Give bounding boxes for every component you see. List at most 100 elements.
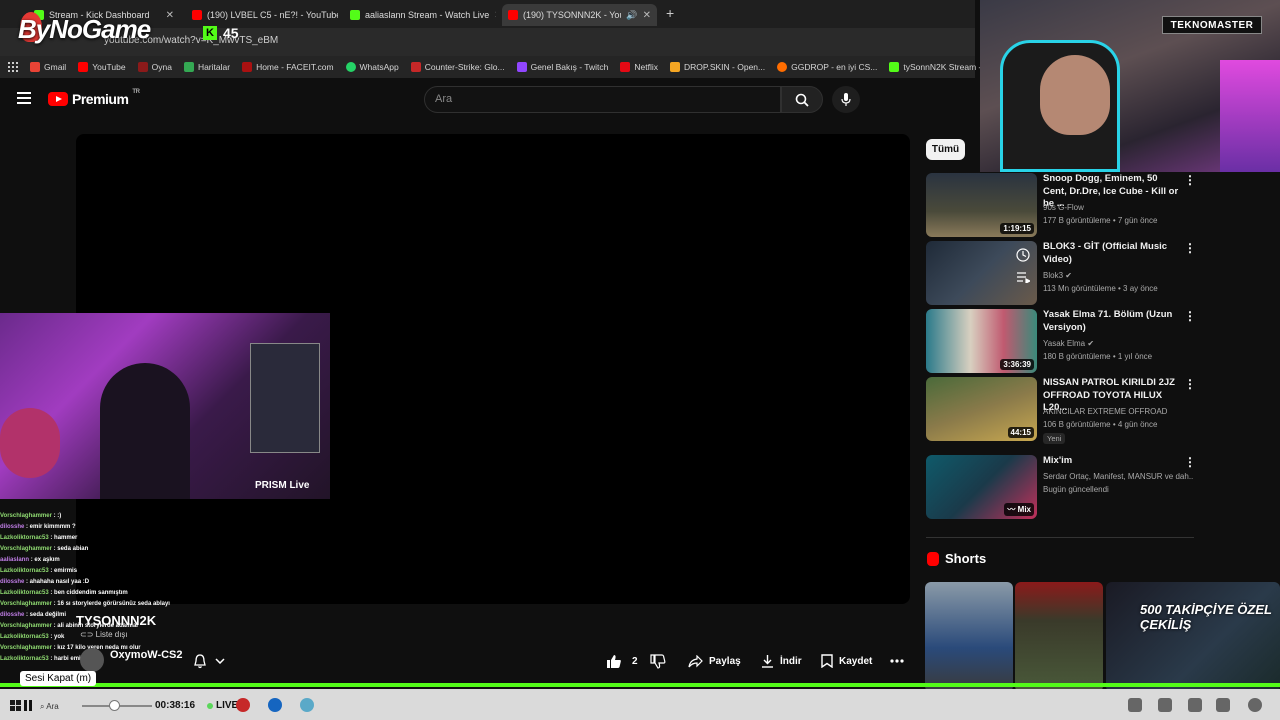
save-button[interactable]: Kaydet <box>821 649 872 673</box>
playback-time: 00:38:16 <box>155 700 196 711</box>
windows-start-icon[interactable] <box>10 700 21 711</box>
chat-line: dilosshe : emir kimmmm ? <box>0 524 76 530</box>
browser-tab-lvbel[interactable]: (190) LVBEL C5 - nE?! - YouTube ✕ <box>186 4 338 26</box>
video-channel-name[interactable]: TYSONNN2K <box>76 613 156 628</box>
close-icon[interactable]: ✕ <box>166 10 174 21</box>
hamburger-menu-icon[interactable] <box>17 92 31 104</box>
bookmark-faceit[interactable]: Home - FACEIT.com <box>236 62 339 72</box>
recommendation-item[interactable]: 44:15 NISSAN PATROL KIRILDI 2JZ OFFROAD … <box>926 377 1196 444</box>
bookmark-tysonnn2k[interactable]: tySonnN2K Stream - <box>883 62 987 72</box>
dislike-button[interactable] <box>650 649 666 673</box>
uploader-name[interactable]: OxymoW-CS2 <box>110 649 183 661</box>
taskbar-search[interactable]: ⌕ Ara <box>40 702 59 712</box>
opera-icon[interactable] <box>236 698 250 712</box>
channel-name[interactable]: 90s G-Flow <box>1043 202 1193 215</box>
volume-slider-handle[interactable] <box>108 700 120 711</box>
video-thumbnail[interactable]: 3:36:39 <box>926 309 1037 373</box>
close-icon[interactable]: ✕ <box>643 10 651 21</box>
bookmarks-bar: Gmail YouTube Oyna Haritalar Home - FACE… <box>0 56 1018 78</box>
teknomaster-logo: TEKNOMASTER <box>1162 16 1262 34</box>
bookmark-netflix[interactable]: Netflix <box>614 62 664 72</box>
video-thumbnail[interactable]: 〰 Mix <box>926 455 1037 519</box>
recommendation-item[interactable]: 1:19:15 Snoop Dogg, Eminem, 50 Cent, Dr.… <box>926 173 1196 237</box>
faceit-icon <box>242 62 253 72</box>
pc-case <box>250 343 320 453</box>
bookmark-youtube[interactable]: YouTube <box>72 62 131 72</box>
video-title[interactable]: Yasak Elma 71. Bölüm (Uzun Versiyon) <box>1043 309 1181 334</box>
video-thumbnail[interactable]: 1:19:15 <box>926 173 1037 237</box>
search-input[interactable]: Ara <box>424 86 781 113</box>
pause-icon[interactable] <box>24 700 32 711</box>
mix-badge: 〰 Mix <box>1004 503 1034 516</box>
bookmark-label: WhatsApp <box>359 62 399 72</box>
download-icon <box>762 655 773 668</box>
apps-grid-icon[interactable] <box>0 62 24 72</box>
video-stats: Bugün güncellendi <box>1043 485 1109 494</box>
filter-chip-all[interactable]: Tümü <box>926 139 965 160</box>
bookmark-csgo[interactable]: Counter-Strike: Glo... <box>405 62 511 72</box>
bookmark-label: Netflix <box>634 62 659 72</box>
recommendation-item[interactable]: 〰 Mix Mix'im Serdar Ortaç, Manifest, MAN… <box>926 455 1196 519</box>
chat-line: aaliaslann : ex aşkım <box>0 557 60 563</box>
like-button[interactable]: 2 <box>606 649 638 673</box>
browser-tab-aaliaslann[interactable]: aaliaslann Stream - Watch Live ✕ <box>344 4 496 26</box>
channel-name[interactable]: Yasak Elma ✔ <box>1043 338 1193 351</box>
bookmark-label: YouTube <box>92 62 126 72</box>
more-vertical-icon[interactable]: ⋮ <box>1184 377 1196 391</box>
tab-label: (190) TYSONNN2K - YouTube <box>523 10 621 20</box>
progress-bar[interactable] <box>0 683 1280 687</box>
theater-mode-icon[interactable] <box>1158 698 1172 712</box>
short-overlay-text: 500 TAKİPÇİYE ÖZEL ÇEKİLİŞ <box>1140 602 1272 632</box>
channel-name-text: Blok3 <box>1043 271 1064 280</box>
more-vertical-icon[interactable]: ⋮ <box>1184 173 1196 187</box>
bookmark-ggdrop[interactable]: GGDROP - en iyi CS... <box>771 62 883 72</box>
fullscreen-icon[interactable] <box>1216 698 1230 712</box>
more-actions-button[interactable] <box>890 649 904 673</box>
search-button[interactable] <box>781 86 823 113</box>
app-icon[interactable] <box>300 698 314 712</box>
more-vertical-icon[interactable]: ⋮ <box>1184 309 1196 323</box>
channel-name[interactable]: Serdar Ortaç, Manifest, MANSUR ve dah... <box>1043 471 1193 484</box>
verified-icon: ✔ <box>1087 339 1095 348</box>
recommendation-item[interactable]: BLOK3 - GİT (Official Music Video) Blok3… <box>926 241 1196 305</box>
channel-name[interactable]: Blok3 ✔ <box>1043 270 1193 283</box>
youtube-premium-logo[interactable]: Premium TR <box>48 89 140 107</box>
app-icon[interactable] <box>268 698 282 712</box>
video-title[interactable]: Mix'im <box>1043 455 1181 468</box>
chat-line: Lazkoliktornac53 : emirmis <box>0 568 78 574</box>
notification-bell-button[interactable] <box>193 650 243 672</box>
close-icon[interactable]: ✕ <box>494 10 496 21</box>
share-button[interactable]: Paylaş <box>688 649 741 673</box>
bookmark-oyna[interactable]: Oyna <box>132 62 178 72</box>
browser-tab-tysonnn2k[interactable]: (190) TYSONNN2K - YouTube 🔊 ✕ <box>502 4 657 26</box>
miniplayer-icon[interactable] <box>1128 698 1142 712</box>
more-vertical-icon[interactable]: ⋮ <box>1184 241 1196 255</box>
video-stats: 106 B görüntüleme • 4 gün önce <box>1043 420 1158 429</box>
video-thumbnail[interactable] <box>926 241 1037 305</box>
channel-avatar[interactable] <box>80 648 104 672</box>
short-thumbnail[interactable] <box>1106 582 1280 692</box>
bookmark-dropskin[interactable]: DROP.SKIN - Open... <box>664 62 771 72</box>
speaker-icon[interactable]: 🔊 <box>626 10 637 21</box>
short-thumbnail[interactable] <box>1015 582 1103 692</box>
bookmark-gmail[interactable]: Gmail <box>24 62 72 72</box>
subtitles-icon[interactable] <box>1188 698 1202 712</box>
new-tab-button[interactable]: + <box>666 5 674 21</box>
video-thumbnail[interactable]: 44:15 <box>926 377 1037 441</box>
short-thumbnail[interactable] <box>925 582 1013 692</box>
unlisted-text: Liste dışı <box>95 630 128 639</box>
share-icon <box>688 654 703 667</box>
recommendation-item[interactable]: 3:36:39 Yasak Elma 71. Bölüm (Uzun Versi… <box>926 309 1196 373</box>
bookmark-whatsapp[interactable]: WhatsApp <box>340 62 405 72</box>
download-button[interactable]: İndir <box>761 649 802 673</box>
more-vertical-icon[interactable]: ⋮ <box>1184 455 1196 469</box>
video-title[interactable]: BLOK3 - GİT (Official Music Video) <box>1043 241 1181 266</box>
bookmark-haritalar[interactable]: Haritalar <box>178 62 236 72</box>
settings-gear-icon[interactable] <box>1248 698 1262 712</box>
voice-search-button[interactable] <box>832 86 860 113</box>
bookmark-twitch[interactable]: Genel Bakış - Twitch <box>511 62 615 72</box>
mute-tooltip: Sesi Kapat (m) <box>20 671 97 686</box>
channel-name[interactable]: AKINCILAR EXTREME OFFROAD <box>1043 406 1193 419</box>
live-badge[interactable]: LIVE <box>207 700 238 711</box>
dropskin-icon <box>670 62 681 72</box>
